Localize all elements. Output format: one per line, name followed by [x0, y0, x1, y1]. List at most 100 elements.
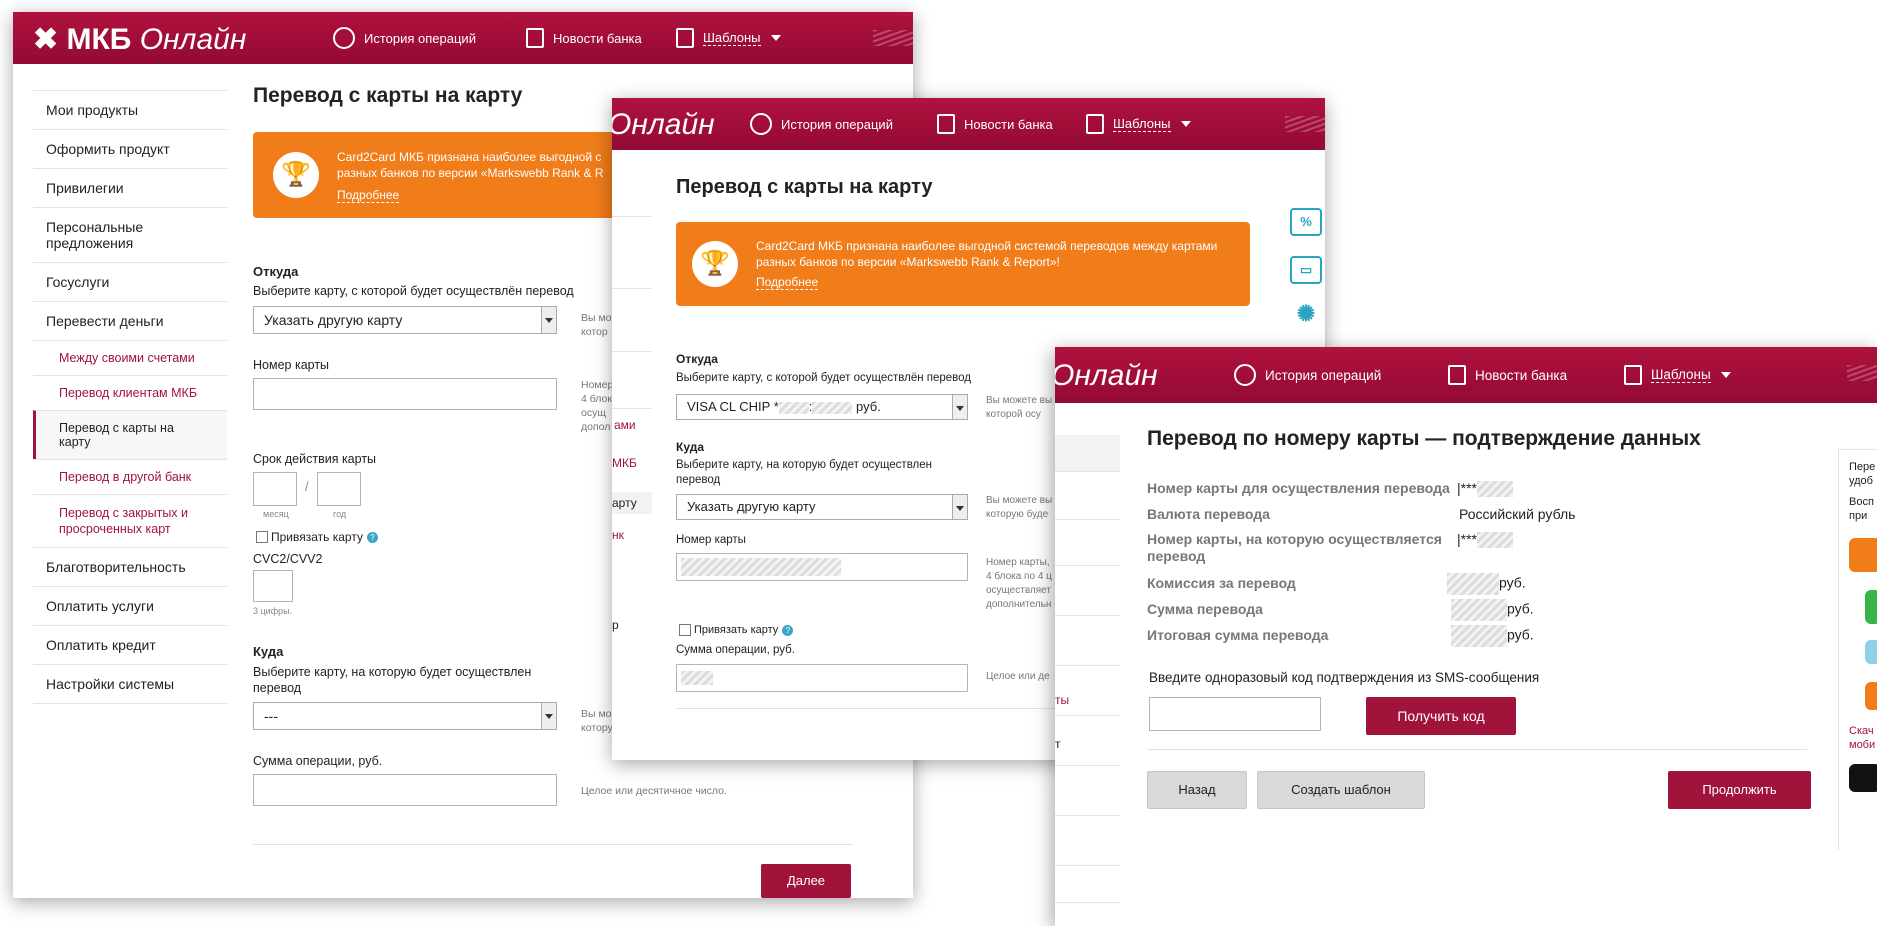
- amount-input[interactable]: [676, 664, 968, 692]
- card-number-input[interactable]: [676, 553, 968, 581]
- sidebar-fragment[interactable]: р: [612, 618, 619, 632]
- sidebar-item-privileges[interactable]: Привилегии: [33, 168, 227, 207]
- link-card-checkbox[interactable]: Привязать карту?: [679, 624, 794, 636]
- header: Онлайн История операций Новости банка Ша…: [612, 98, 1325, 150]
- select-arrow-icon: [952, 395, 967, 419]
- logo[interactable]: Онлайн: [612, 108, 715, 142]
- nav-history[interactable]: История операций: [1234, 347, 1381, 403]
- masked-amount: [1451, 625, 1507, 647]
- masked-digits: [1476, 532, 1513, 549]
- header-decoration: [1285, 116, 1325, 132]
- sidebar-sub-own-accounts[interactable]: Между своими счетами: [33, 340, 227, 375]
- logo[interactable]: Онлайн: [1055, 359, 1158, 393]
- sidebar-fragment[interactable]: нк: [612, 528, 624, 542]
- sidebar-item-settings[interactable]: Настройки системы: [33, 664, 227, 704]
- header: Онлайн История операций Новости банка Ша…: [1055, 347, 1877, 403]
- divider: [1147, 749, 1807, 750]
- sidebar-divider: [1055, 615, 1120, 616]
- sidebar-fragment[interactable]: т: [1055, 737, 1061, 751]
- sidebar-fragment[interactable]: МКБ: [612, 456, 637, 470]
- masked-digits: [1476, 481, 1513, 498]
- download-app-link[interactable]: Скач моби: [1849, 724, 1875, 752]
- from-hint: Вы можете вы которой осу: [986, 395, 1053, 420]
- sidebar-sub-other-bank[interactable]: Перевод в другой банк: [33, 459, 227, 494]
- cvc-input[interactable]: [253, 570, 293, 602]
- sidebar-item-pay-credit[interactable]: Оплатить кредит: [33, 625, 227, 664]
- row-label-currency: Валюта перевода: [1147, 506, 1270, 522]
- masked-amount: [1451, 599, 1507, 621]
- to-heading: Куда: [253, 644, 284, 659]
- sidebar-sub-card-to-card[interactable]: Перевод с карты на карту: [33, 410, 227, 459]
- sidebar-item-gosuslugi[interactable]: Госуслуги: [33, 262, 227, 301]
- amount-input[interactable]: [253, 774, 557, 806]
- logo[interactable]: ✖ МКБ Онлайн: [33, 22, 246, 57]
- get-code-button[interactable]: Получить код: [1366, 697, 1516, 735]
- row-label-amount: Сумма перевода: [1147, 601, 1263, 617]
- card-icon[interactable]: ▭: [1290, 256, 1322, 284]
- emblem-icon[interactable]: ✺: [1290, 302, 1322, 330]
- checkbox-box[interactable]: [256, 531, 268, 543]
- help-icon[interactable]: ?: [366, 531, 378, 543]
- sidebar-divider: [1055, 765, 1120, 766]
- app-icon-orange[interactable]: [1849, 538, 1877, 572]
- expiry-month-input[interactable]: [253, 472, 297, 506]
- sidebar-sub-mkb-clients[interactable]: Перевод клиентам МКБ: [33, 375, 227, 410]
- link-card-checkbox[interactable]: Привязать карту?: [256, 530, 378, 544]
- nav-templates[interactable]: Шаблоны: [1086, 98, 1191, 150]
- to-card-select[interactable]: ---: [253, 702, 557, 730]
- checkbox-box[interactable]: [679, 624, 691, 636]
- sidebar-item-products[interactable]: Мои продукты: [33, 90, 227, 129]
- to-card-select[interactable]: Указать другую карту: [676, 494, 968, 520]
- nav-news[interactable]: Новости банка: [526, 12, 642, 64]
- app-icon-blue[interactable]: [1865, 640, 1877, 664]
- sidebar-active: [1055, 435, 1120, 471]
- nav-history[interactable]: История операций: [750, 98, 893, 150]
- sidebar-divider: [1055, 715, 1120, 716]
- apple-store-icon[interactable]: [1849, 764, 1877, 792]
- banner-more-link[interactable]: Подробнее: [337, 187, 400, 203]
- sidebar-sub-closed-cards[interactable]: Перевод с закрытых и просроченных карт: [33, 494, 227, 547]
- bookmark-icon: [676, 28, 694, 48]
- news-icon: [937, 114, 955, 134]
- chevron-down-icon: [1180, 121, 1191, 127]
- history-icon: [750, 113, 772, 135]
- header-decoration: [873, 30, 913, 46]
- create-template-button[interactable]: Создать шаблон: [1257, 771, 1425, 809]
- sidebar-item-offers[interactable]: Персональные предложения: [33, 207, 227, 262]
- expiry-year-input[interactable]: [317, 472, 361, 506]
- continue-button[interactable]: Продолжить: [1668, 771, 1811, 809]
- sidebar-item-pay-services[interactable]: Оплатить услуги: [33, 586, 227, 625]
- banner-text: Card2Card МКБ признана наиболее выгодной…: [337, 150, 604, 180]
- promo-sidebar: Пере удоб Восп при Скач моби: [1838, 449, 1877, 850]
- app-icon-orange-small[interactable]: [1865, 682, 1877, 710]
- app-icon-green[interactable]: [1865, 590, 1877, 624]
- sidebar-item-charity[interactable]: Благотворительность: [33, 547, 227, 586]
- back-button[interactable]: Назад: [1147, 771, 1247, 809]
- row-label-total: Итоговая сумма перевода: [1147, 627, 1329, 643]
- sidebar-item-apply[interactable]: Оформить продукт: [33, 129, 227, 168]
- from-heading: Откуда: [676, 352, 718, 366]
- nav-templates[interactable]: Шаблоны: [1624, 347, 1731, 403]
- history-icon: [333, 27, 355, 49]
- nav-history[interactable]: История операций: [333, 12, 476, 64]
- percent-icon[interactable]: %: [1290, 208, 1322, 236]
- sidebar-fragment[interactable]: ами: [614, 418, 636, 432]
- card-number-input[interactable]: [253, 378, 557, 410]
- window-confirm-transfer: Онлайн История операций Новости банка Ша…: [1055, 347, 1877, 926]
- next-button[interactable]: Далее: [761, 864, 851, 898]
- from-card-select[interactable]: VISA CL CHIP *: руб.: [676, 394, 968, 420]
- to-label: Выберите карту, на которую будет осущест…: [676, 459, 932, 486]
- sidebar-item-transfer[interactable]: Перевести деньги: [33, 301, 227, 340]
- from-card-select[interactable]: Указать другую карту: [253, 306, 557, 334]
- sidebar-divider: [1055, 665, 1120, 666]
- nav-templates[interactable]: Шаблоны: [676, 12, 781, 64]
- sidebar-fragment[interactable]: арту: [612, 492, 652, 514]
- nav-news[interactable]: Новости банка: [937, 98, 1053, 150]
- sms-code-input[interactable]: [1149, 697, 1321, 731]
- sidebar-divider: [1055, 815, 1120, 816]
- help-icon[interactable]: ?: [782, 624, 794, 636]
- nav-news[interactable]: Новости банка: [1448, 347, 1567, 403]
- sidebar-fragment[interactable]: ты: [1055, 693, 1069, 707]
- banner-more-link[interactable]: Подробнее: [756, 274, 819, 290]
- sidebar-divider: [1055, 902, 1120, 903]
